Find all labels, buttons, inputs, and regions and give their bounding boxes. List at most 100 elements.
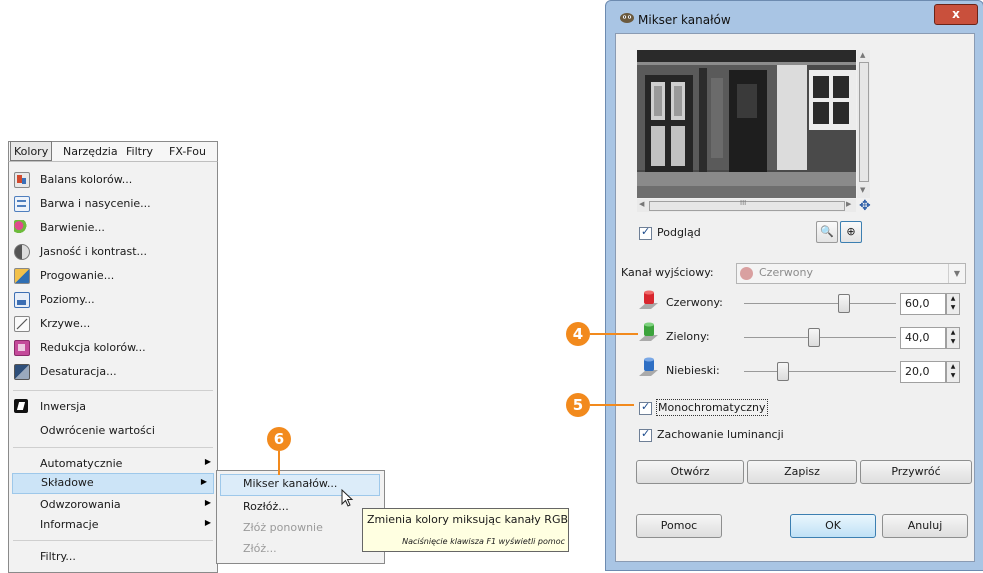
menu-item-threshold[interactable]: Progowanie... [9, 265, 217, 287]
callout-6: 6 [267, 427, 291, 451]
zoom-out-button[interactable]: 🔍 [816, 221, 838, 243]
submenu-arrow-icon: ▶ [204, 457, 211, 466]
blue-value-field[interactable]: 20,0 [900, 361, 946, 383]
green-value-text: 40,0 [905, 331, 930, 344]
red-value-field[interactable]: 60,0 [900, 293, 946, 315]
menu-item-label: Odwzorowania [40, 498, 121, 511]
ok-button[interactable]: OK [790, 514, 876, 538]
help-button[interactable]: Pomoc [636, 514, 722, 538]
scroll-right-icon[interactable]: ▶ [846, 200, 851, 208]
preview-vertical-scrollbar[interactable]: ▲ ▼ [857, 50, 870, 198]
mouse-cursor-icon [341, 489, 354, 507]
navigate-icon[interactable]: ✥ [859, 198, 871, 214]
monochrome-checkbox[interactable] [639, 400, 652, 415]
blue-channel-icon [639, 357, 658, 376]
preview-checkbox[interactable] [639, 225, 652, 240]
slider-label: Niebieski: [666, 364, 720, 377]
preserve-luminosity-label: Zachowanie luminancji [657, 428, 784, 441]
submenu-item-label: Złóż... [243, 542, 277, 555]
red-value-text: 60,0 [905, 297, 930, 310]
green-slider-handle[interactable] [808, 328, 820, 347]
green-value-field[interactable]: 40,0 [900, 327, 946, 349]
menu-item-components[interactable]: Składowe ▶ [12, 473, 214, 494]
scroll-thumb[interactable] [859, 62, 869, 182]
gimp-icon [620, 13, 634, 23]
callout-4-line [590, 333, 638, 335]
close-button[interactable]: x [934, 4, 978, 25]
preview-checkbox-label: Podgląd [657, 226, 701, 239]
green-spin-button[interactable]: ▲ ▼ [946, 327, 960, 349]
cancel-button[interactable]: Anuluj [882, 514, 968, 538]
scroll-grip: III [740, 199, 747, 207]
menu-filtry[interactable]: Filtry [126, 145, 153, 158]
output-channel-label: Kanał wyjściowy: [621, 266, 714, 279]
brightness-contrast-icon [14, 244, 30, 260]
image-preview[interactable] [637, 50, 856, 198]
menu-item-desaturate[interactable]: Desaturacja... [9, 361, 217, 383]
reset-button[interactable]: Przywróć [860, 460, 972, 484]
menu-item-label: Barwienie... [40, 221, 105, 234]
menu-item-color-balance[interactable]: Balans kolorów... [9, 169, 217, 191]
submenu-item-channel-mixer[interactable]: Mikser kanałów... [220, 474, 380, 496]
menu-item-map[interactable]: Odwzorowania ▶ [9, 494, 217, 516]
menu-item-label: Odwrócenie wartości [40, 424, 155, 437]
green-slider-track[interactable] [744, 337, 896, 338]
submenu-arrow-icon: ▶ [200, 477, 207, 486]
menu-item-label: Poziomy... [40, 293, 95, 306]
scroll-up-icon[interactable]: ▲ [860, 51, 865, 59]
submenu-arrow-icon: ▶ [204, 498, 211, 507]
threshold-icon [14, 268, 30, 284]
dialog-client: ▲ ▼ ◀ III ▶ ✥ Podgląd 🔍 ⊕ Kanał wyjściow… [615, 33, 975, 562]
menu-item-info[interactable]: Informacje ▶ [9, 514, 217, 536]
red-slider-handle[interactable] [838, 294, 850, 313]
zoom-in-button[interactable]: ⊕ [840, 221, 862, 243]
levels-icon [14, 292, 30, 308]
callout-5-line [590, 404, 634, 406]
colors-dropdown: Balans kolorów... Barwa i nasycenie... B… [8, 161, 218, 573]
zoom-in-icon: ⊕ [846, 225, 856, 238]
scroll-thumb[interactable]: III [649, 199, 845, 211]
tooltip-text: Zmienia kolory miksując kanały RGB [367, 513, 569, 526]
save-button[interactable]: Zapisz [747, 460, 857, 484]
menu-item-invert[interactable]: Inwersja [9, 396, 217, 418]
submenu-arrow-icon: ▶ [204, 518, 211, 527]
menu-item-brightness-contrast[interactable]: Jasność i kontrast... [9, 241, 217, 263]
submenu-item-label: Rozłóż... [243, 500, 289, 513]
menu-item-label: Filtry... [40, 550, 76, 563]
red-spin-button[interactable]: ▲ ▼ [946, 293, 960, 315]
output-channel-combo[interactable]: Czerwony ▼ [736, 263, 966, 284]
preview-horizontal-scrollbar[interactable]: ◀ III ▶ [637, 199, 856, 212]
menu-kolory[interactable]: Kolory [10, 141, 53, 161]
menu-item-label: Informacje [40, 518, 99, 531]
blue-spin-button[interactable]: ▲ ▼ [946, 361, 960, 383]
menu-item-curves[interactable]: Krzywe... [9, 313, 217, 335]
open-button[interactable]: Otwórz [636, 460, 744, 484]
menu-item-color-reduction[interactable]: Redukcja kolorów... [9, 337, 217, 359]
scroll-down-icon[interactable]: ▼ [860, 186, 865, 194]
scroll-left-icon[interactable]: ◀ [639, 200, 644, 208]
menu-item-colorize[interactable]: Barwienie... [9, 217, 217, 239]
submenu-item-decompose[interactable]: Rozłóż... [217, 497, 384, 517]
menu-item-filters[interactable]: Filtry... [9, 546, 217, 568]
color-balance-icon [14, 172, 30, 188]
red-channel-icon [639, 290, 658, 309]
menu-item-value-invert[interactable]: Odwrócenie wartości [9, 420, 217, 442]
curves-icon [14, 316, 30, 332]
preserve-luminosity-checkbox[interactable] [639, 427, 652, 442]
blue-slider-handle[interactable] [777, 362, 789, 381]
callout-5: 5 [566, 393, 590, 417]
red-slider-track[interactable] [744, 303, 896, 304]
menu-separator [13, 447, 213, 448]
blue-value-text: 20,0 [905, 365, 930, 378]
menu-narzedzia[interactable]: Narzędzia [63, 145, 118, 158]
menu-fx-foundry[interactable]: FX-Fou [169, 145, 206, 158]
menu-item-hue-saturation[interactable]: Barwa i nasycenie... [9, 193, 217, 215]
menu-item-label: Desaturacja... [40, 365, 117, 378]
menu-item-label: Balans kolorów... [40, 173, 133, 186]
blue-slider-track[interactable] [744, 371, 896, 372]
menu-item-levels[interactable]: Poziomy... [9, 289, 217, 311]
chevron-down-icon: ▼ [948, 264, 965, 283]
menu-item-label: Składowe [41, 476, 94, 489]
menu-item-auto[interactable]: Automatycznie ▶ [9, 453, 217, 475]
components-submenu: Mikser kanałów... Rozłóż... Złóż ponowni… [216, 470, 385, 564]
